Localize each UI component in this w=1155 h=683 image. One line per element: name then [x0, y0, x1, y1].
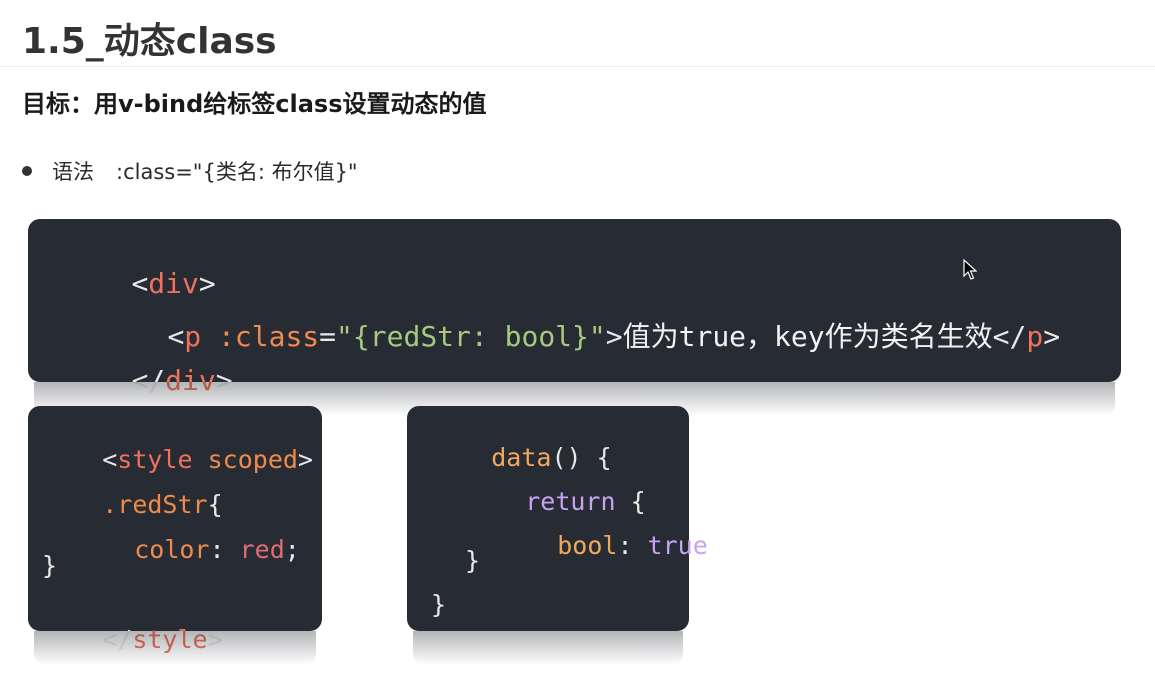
code-line: </style>	[42, 596, 223, 683]
code-line: }	[42, 551, 58, 580]
code-token: "{redStr: bool}"	[336, 320, 606, 353]
code-token: >	[207, 625, 223, 654]
bullet-dot	[22, 166, 32, 176]
code-token: p	[1026, 320, 1044, 353]
code-line: }	[465, 546, 481, 575]
code-token: bool	[557, 531, 618, 560]
mouse-cursor-icon	[963, 259, 977, 280]
goal-heading: 目标：用v-bind给标签class设置动态的值	[22, 90, 487, 118]
style-code-block: <style scoped> .redStr{ color: red; } </…	[28, 406, 322, 665]
code-token: =	[319, 320, 337, 353]
code-line: bool: true	[497, 502, 708, 589]
page-title: 1.5_动态class	[22, 21, 277, 62]
syntax-bullet: 语法 :class="{类名: 布尔值}"	[22, 156, 358, 186]
code-token: >	[297, 445, 313, 474]
code-token: style	[132, 625, 208, 654]
syntax-text: :class="{类名: 布尔值}"	[116, 160, 358, 184]
code-token: red	[239, 535, 285, 564]
code-line: <p :class="{redStr: bool}">值为true，key作为类…	[100, 282, 1060, 388]
code-token: color	[134, 535, 210, 564]
code-token: </	[992, 320, 1027, 353]
template-code-block: <div> <p :class="{redStr: bool}">值为true，…	[28, 219, 1121, 416]
code-token: </	[131, 364, 166, 397]
heading-divider	[0, 66, 1155, 67]
syntax-label: 语法	[52, 160, 94, 184]
code-token: true	[647, 531, 708, 560]
code-line: }	[431, 590, 447, 619]
data-code-block: data() { return { bool: true } }	[407, 406, 708, 665]
code-token: 值为true，key作为类名生效	[622, 320, 993, 353]
code-token: >	[605, 320, 623, 353]
code-token: >	[1043, 320, 1061, 353]
code-token: </	[102, 625, 133, 654]
code-line: color: red;	[74, 506, 300, 593]
code-token: >	[215, 364, 233, 397]
code-token: div	[165, 364, 216, 397]
code-token: :	[209, 535, 240, 564]
code-token: :class	[218, 320, 320, 353]
code-token: ;	[284, 535, 300, 564]
code-token: :	[617, 531, 648, 560]
